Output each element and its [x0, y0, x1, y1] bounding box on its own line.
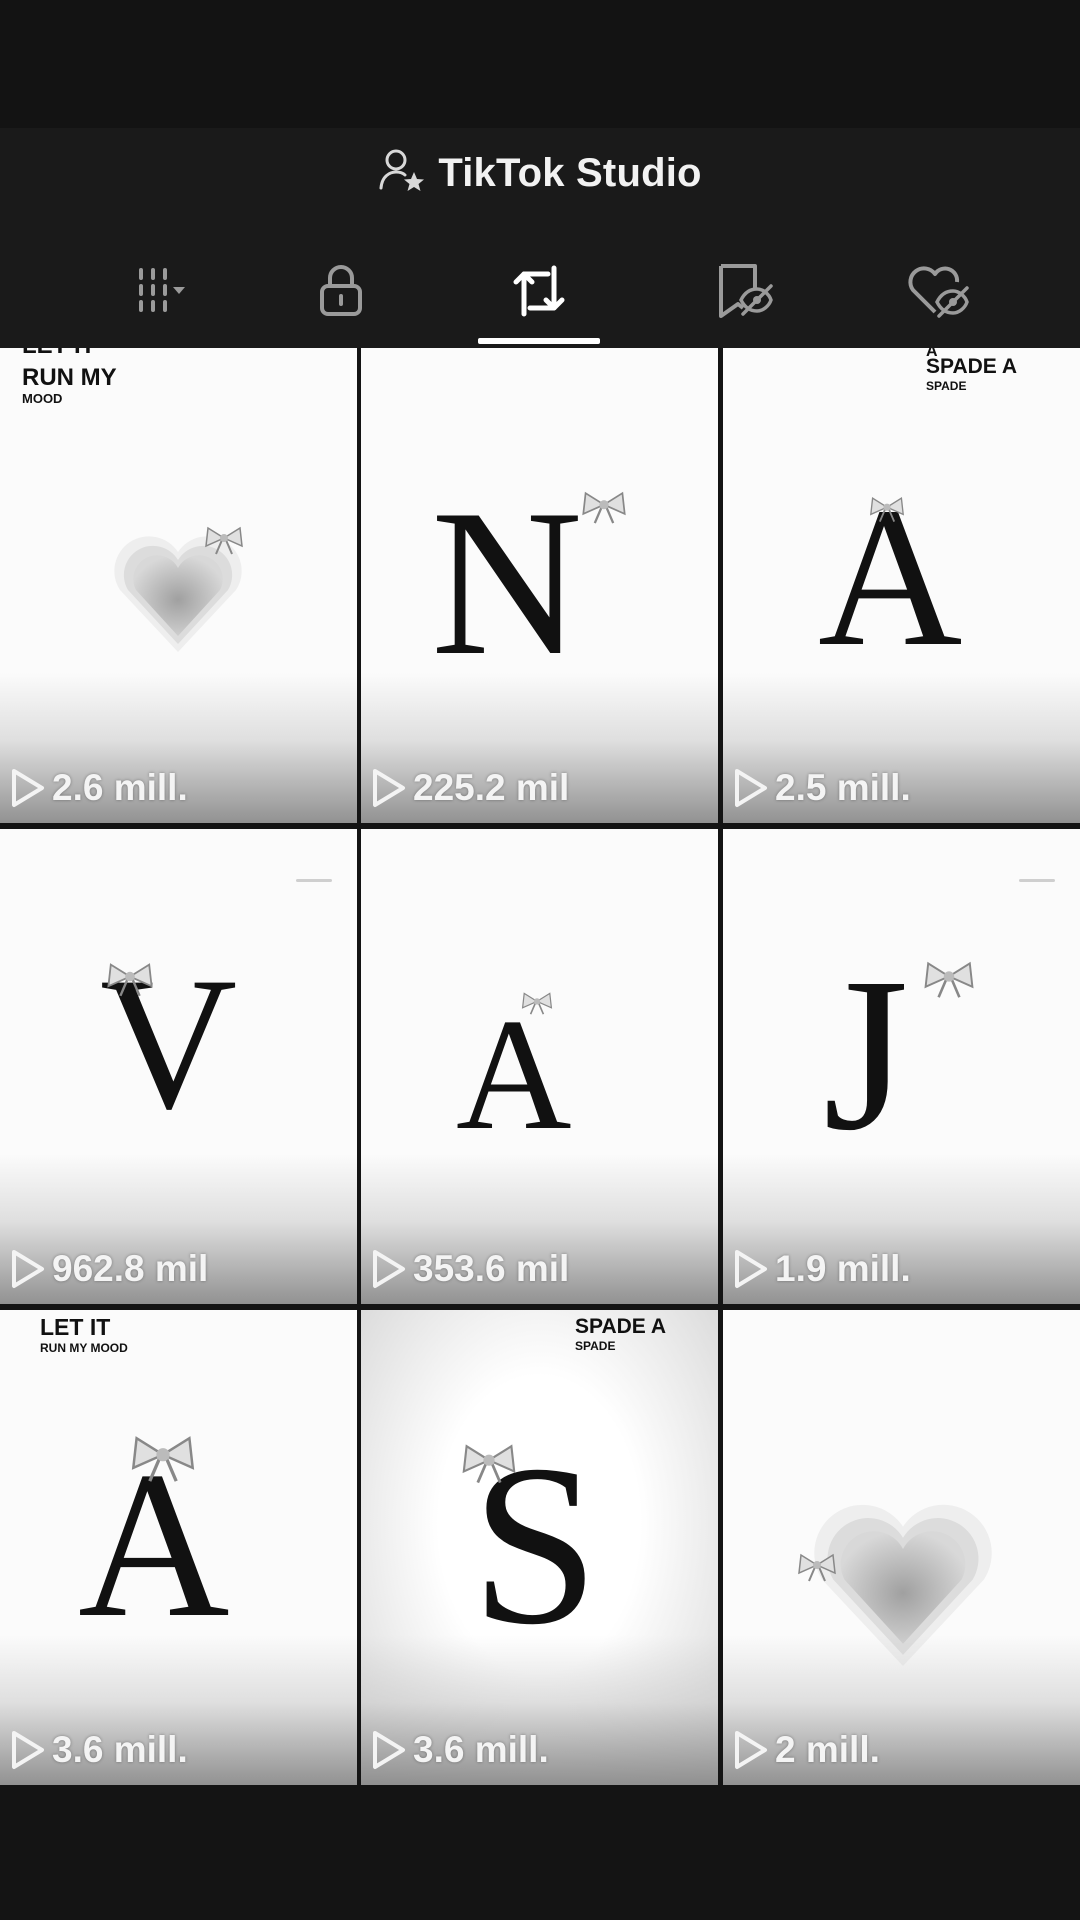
tab-private[interactable] — [281, 238, 401, 348]
view-count: 2.5 mill. — [731, 767, 911, 809]
play-icon — [12, 1250, 44, 1288]
caption-top: LET IT — [22, 348, 95, 358]
view-count: 225.2 mil — [369, 767, 569, 809]
play-icon — [373, 1250, 405, 1288]
person-star-icon — [378, 146, 428, 201]
bars-dropdown-icon — [121, 256, 191, 331]
video-tile[interactable]: A 353.6 mil — [361, 829, 718, 1304]
deco-dash — [296, 879, 332, 882]
bow-icon — [107, 963, 153, 997]
tile-letter: N — [431, 467, 583, 699]
bookmark-hidden-icon — [705, 256, 775, 331]
video-tile[interactable]: V 962.8 mil — [0, 829, 357, 1304]
play-icon — [735, 769, 767, 807]
bow-icon — [869, 497, 905, 522]
caption-sub: SPADE — [926, 379, 967, 393]
caption-main: RUN MY — [22, 364, 117, 391]
tab-grid-filter[interactable] — [96, 238, 216, 348]
caption-sub: SPADE — [575, 1339, 616, 1353]
studio-title: TikTok Studio — [438, 150, 702, 195]
play-icon — [373, 1731, 405, 1769]
view-count: 353.6 mil — [369, 1248, 569, 1290]
video-tile[interactable]: J 1.9 mill. — [723, 829, 1080, 1304]
video-tile[interactable]: LET IT RUN MY MOOD 2.6 mill. — [0, 348, 357, 823]
tile-letter: J — [823, 932, 909, 1176]
play-icon — [12, 769, 44, 807]
video-tile[interactable]: SPADE A SPADE S 3.6 mill. — [361, 1310, 718, 1785]
deco-dash — [1019, 879, 1055, 882]
video-tile[interactable]: LET IT RUN MY MOOD A 3.6 mill. — [0, 1310, 357, 1785]
caption-sub: MOOD — [22, 391, 63, 406]
view-count: 3.6 mill. — [369, 1729, 549, 1771]
bow-icon — [582, 491, 626, 524]
video-tile[interactable]: N 225.2 mil — [361, 348, 718, 823]
heart-hidden-icon — [901, 256, 971, 331]
view-count: 2 mill. — [731, 1729, 880, 1771]
video-tile[interactable]: 2 mill. — [723, 1310, 1080, 1785]
status-bar-area — [0, 0, 1080, 128]
bow-icon — [205, 526, 243, 555]
active-tab-indicator — [478, 338, 600, 344]
bow-icon — [521, 992, 553, 1015]
profile-tabs — [0, 238, 1080, 348]
play-icon — [373, 769, 405, 807]
repost-icon — [504, 256, 574, 331]
studio-header: TikTok Studio — [0, 128, 1080, 348]
caption-sub: RUN MY MOOD — [40, 1341, 128, 1355]
view-count: 962.8 mil — [8, 1248, 208, 1290]
play-icon — [735, 1250, 767, 1288]
caption-main: LET IT — [40, 1314, 111, 1340]
tile-letter: A — [456, 985, 572, 1163]
tab-favorites[interactable] — [680, 238, 800, 348]
play-icon — [12, 1731, 44, 1769]
video-grid: LET IT RUN MY MOOD 2.6 mill. N — [0, 348, 1080, 1790]
caption-main: SPADE A — [926, 355, 1018, 378]
video-tile[interactable]: A SPADE A SPADE A 2.5 mill. — [723, 348, 1080, 823]
bow-icon — [131, 1436, 195, 1482]
view-count: 3.6 mill. — [8, 1729, 188, 1771]
caption-main: SPADE A — [575, 1315, 667, 1338]
tab-reposts[interactable] — [479, 238, 599, 348]
bow-icon — [798, 1553, 836, 1582]
view-count: 2.6 mill. — [8, 767, 188, 809]
bow-icon — [462, 1444, 516, 1484]
view-count: 1.9 mill. — [731, 1248, 911, 1290]
bow-icon — [924, 961, 974, 998]
lock-icon — [306, 256, 376, 331]
play-icon — [735, 1731, 767, 1769]
tiktok-studio-link[interactable]: TikTok Studio — [0, 138, 1080, 208]
tab-liked[interactable] — [876, 238, 996, 348]
